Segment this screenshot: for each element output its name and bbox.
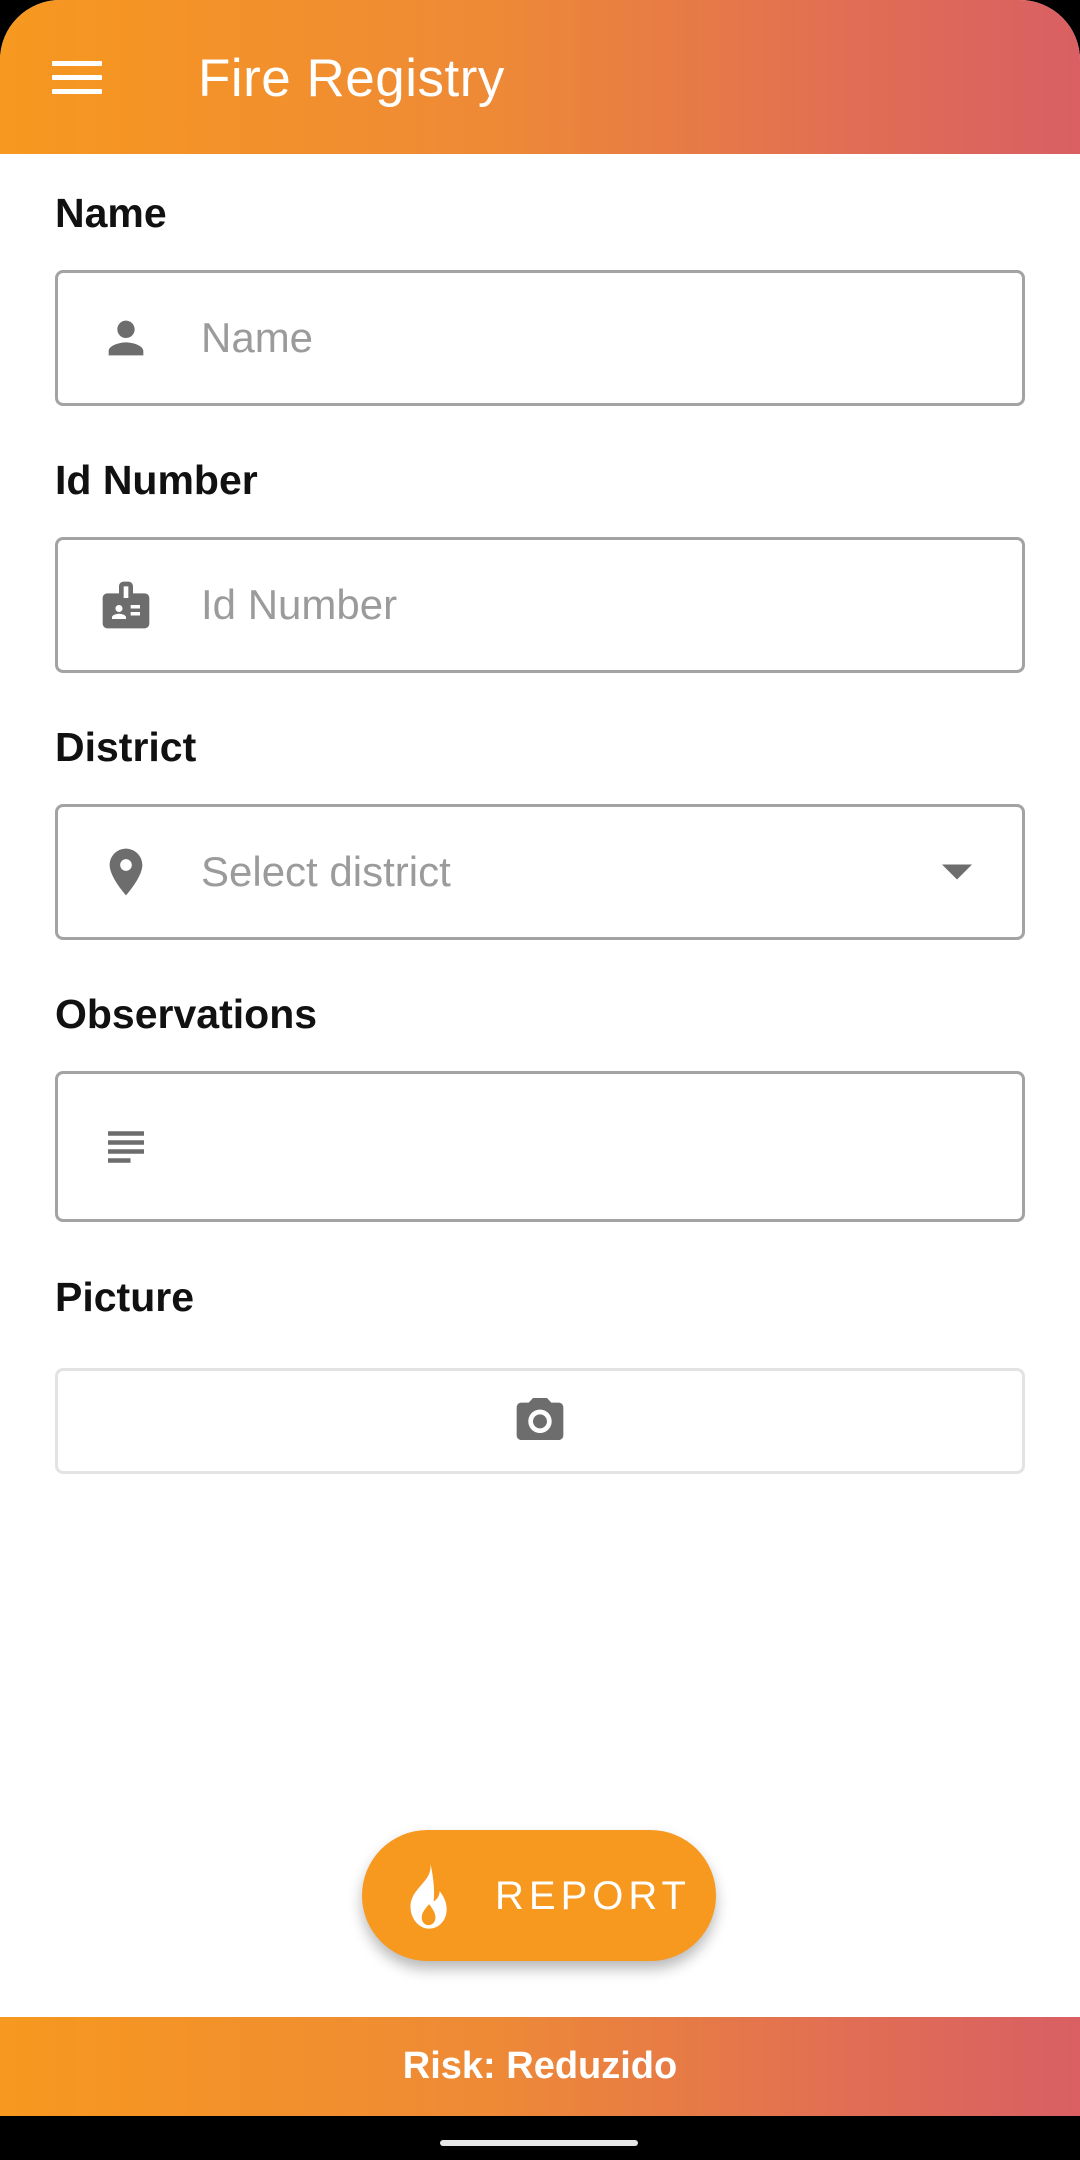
notes-icon xyxy=(94,1115,158,1179)
system-navigation-bar xyxy=(0,2116,1080,2160)
id-number-input[interactable]: Id Number xyxy=(201,581,397,629)
camera-icon[interactable] xyxy=(510,1391,570,1452)
person-icon xyxy=(94,306,158,370)
app-screen: Fire Registry Name Name Id Number Id Num… xyxy=(0,0,1080,2160)
badge-icon xyxy=(94,573,158,637)
district-select[interactable]: Select district xyxy=(55,804,1025,940)
caret-down-icon[interactable] xyxy=(942,864,972,880)
district-selected-value[interactable]: Select district xyxy=(201,848,451,896)
hamburger-menu-icon[interactable] xyxy=(40,40,114,114)
name-input[interactable]: Name xyxy=(201,314,313,362)
picture-label: Picture xyxy=(55,1274,194,1320)
name-field[interactable]: Name xyxy=(55,270,1025,406)
id-number-field[interactable]: Id Number xyxy=(55,537,1025,673)
observations-label: Observations xyxy=(55,991,318,1037)
risk-status-text: Risk: Reduzido xyxy=(402,2045,678,2087)
observations-field[interactable] xyxy=(55,1071,1025,1222)
report-button-label: REPORT xyxy=(495,1874,691,1918)
app-title: Fire Registry xyxy=(198,49,505,108)
app-bar: Fire Registry xyxy=(0,0,1080,154)
district-label: District xyxy=(55,724,197,770)
picture-picker[interactable] xyxy=(55,1368,1025,1474)
fire-icon xyxy=(400,1860,456,1937)
location-pin-icon xyxy=(94,840,158,904)
id-number-label: Id Number xyxy=(55,457,258,503)
report-button[interactable]: REPORT xyxy=(362,1830,716,1961)
risk-status-bar: Risk: Reduzido xyxy=(0,2017,1080,2116)
home-gesture-handle[interactable] xyxy=(440,2140,638,2146)
name-label: Name xyxy=(55,190,167,236)
